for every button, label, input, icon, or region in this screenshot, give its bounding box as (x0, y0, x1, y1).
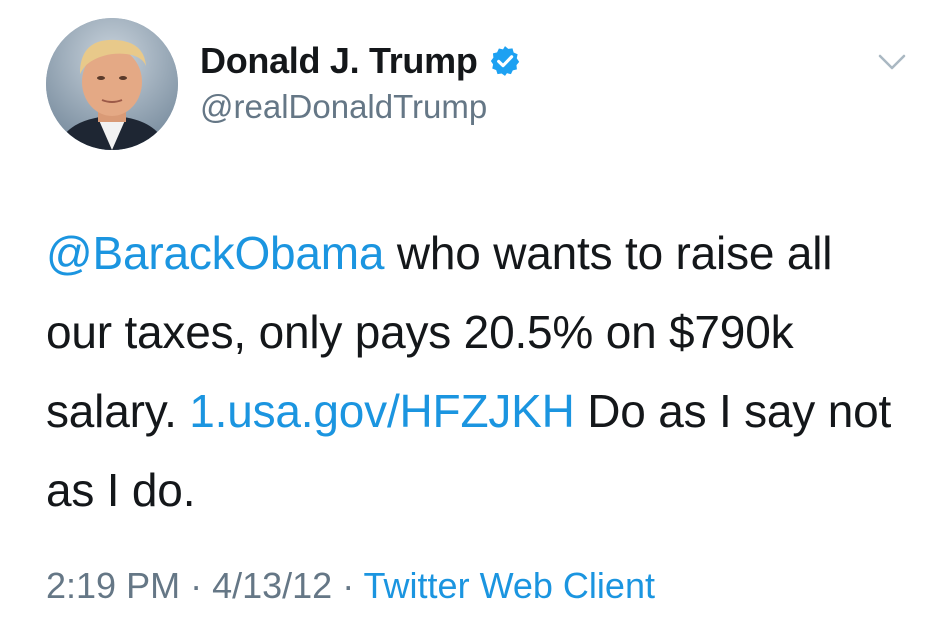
user-handle[interactable]: @realDonaldTrump (200, 88, 487, 126)
verified-badge-icon (488, 44, 522, 78)
tweet-meta: 2:19 PM · 4/13/12 · Twitter Web Client (46, 565, 655, 607)
meta-separator: · (180, 565, 213, 606)
tweet-date[interactable]: 4/13/12 (212, 565, 332, 606)
meta-separator: · (332, 565, 364, 606)
avatar[interactable] (46, 18, 178, 150)
author-name-row: Donald J. Trump (200, 38, 522, 84)
display-name[interactable]: Donald J. Trump (200, 40, 478, 82)
tweet-card: Donald J. Trump @realDonaldTrump @Barack… (0, 0, 932, 631)
url-link[interactable]: 1.usa.gov/HFZJKH (189, 385, 575, 437)
tweet-source-link[interactable]: Twitter Web Client (364, 565, 655, 606)
mention-link[interactable]: @BarackObama (46, 227, 385, 279)
chevron-down-icon (878, 54, 906, 70)
tweet-time[interactable]: 2:19 PM (46, 565, 180, 606)
tweet-menu-button[interactable] (872, 48, 912, 76)
avatar-image (46, 18, 178, 150)
tweet-text: @BarackObama who wants to raise all our … (46, 214, 906, 530)
